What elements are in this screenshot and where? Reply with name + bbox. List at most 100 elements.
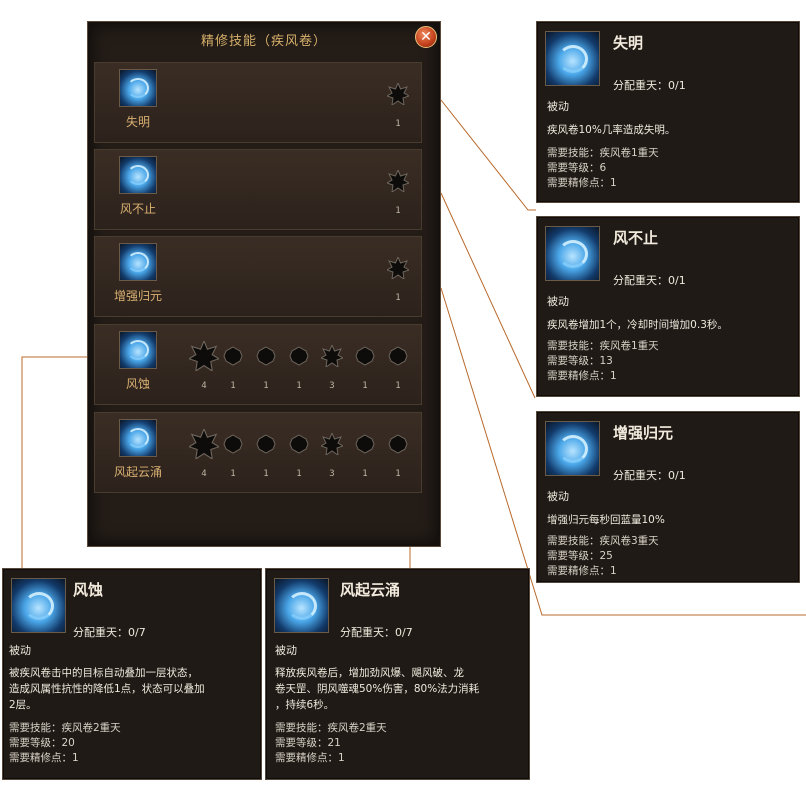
skill-tooltip: 增强归元 分配重天：0/1 被动 增强归元每秒回蓝量10% 需要技能：疾风卷3重…	[536, 411, 800, 583]
tooltip-skill-name: 风起云涌	[340, 581, 401, 599]
skill-tooltip: 风起云涌 分配重天：0/7 被动 释放疾风卷后，增加劲风爆、飓风破、龙 卷天罡、…	[265, 568, 530, 780]
tooltip-description: 释放疾风卷后，增加劲风爆、飓风破、龙 卷天罡、阴风噬魂50%伤害，80%法力消耗…	[275, 665, 479, 713]
close-button[interactable]: ✕	[415, 26, 437, 48]
tooltip-type: 被动	[275, 644, 297, 657]
tooltip-description: 疾风卷10%几率造成失明。	[547, 122, 675, 138]
tooltip-description: 被疾风卷击中的目标自动叠加一层状态， 造成风属性抗性的降低1点，状态可以叠加 2…	[9, 665, 205, 713]
skill-tooltip: 风不止 分配重天：0/1 被动 疾风卷增加1个，冷却时间增加0.3秒。 需要技能…	[536, 216, 800, 397]
req-level: 需要等级：21	[275, 737, 341, 749]
tooltip-desc-line: 2层。	[9, 699, 37, 711]
whirlwind-skill-icon	[119, 419, 157, 457]
skill-node-gem[interactable]	[255, 345, 277, 367]
skill-row-name: 失明	[125, 115, 150, 129]
whirlwind-skill-icon	[545, 421, 600, 476]
skill-node-gem[interactable]	[387, 433, 409, 455]
tooltip-description: 疾风卷增加1个，冷却时间增加0.3秒。	[547, 317, 728, 333]
skill-node-level: 1	[296, 469, 302, 479]
skill-row[interactable]: 失明 1	[94, 62, 422, 143]
req-level: 需要等级：25	[547, 550, 613, 562]
skill-node-level: 1	[395, 381, 401, 391]
skill-row-name: 风蚀	[125, 377, 150, 391]
skill-row-name: 风不止	[119, 202, 156, 216]
skill-node-level: 4	[201, 469, 207, 479]
skill-row[interactable]: 风蚀 4 1 1 1 3 1 1	[94, 324, 422, 405]
tooltip-skill-name: 失明	[613, 34, 644, 52]
skill-node-level: 1	[362, 381, 368, 391]
skill-node-level: 1	[263, 381, 269, 391]
tooltip-desc-line: ，持续6秒。	[275, 699, 335, 711]
tooltip-alloc: 分配重天：0/1	[613, 274, 686, 287]
tooltip-type: 被动	[547, 490, 569, 503]
skill-node-level: 1	[395, 293, 401, 303]
whirlwind-skill-icon	[119, 156, 157, 194]
panel-title: 精修技能（疾风卷）	[200, 34, 327, 49]
whirlwind-skill-icon	[119, 243, 157, 281]
tooltip-type: 被动	[547, 295, 569, 308]
tooltip-requirements: 需要技能：疾风卷1重天 需要等级：6 需要精修点：1	[547, 146, 659, 191]
tooltip-alloc: 分配重天：0/1	[613, 79, 686, 92]
tooltip-requirements: 需要技能：疾风卷1重天 需要等级：13 需要精修点：1	[547, 339, 659, 384]
skill-node-level: 1	[395, 206, 401, 216]
req-points: 需要精修点：1	[9, 752, 79, 764]
req-skill: 需要技能：疾风卷3重天	[547, 535, 659, 547]
tooltip-skill-name: 增强归元	[613, 424, 674, 442]
skill-row-name: 风起云涌	[113, 465, 162, 479]
tooltip-desc-line: 造成风属性抗性的降低1点，状态可以叠加	[9, 683, 205, 695]
skill-node-level: 1	[395, 469, 401, 479]
skill-node-gem[interactable]	[222, 345, 244, 367]
skill-node-star[interactable]	[387, 83, 409, 105]
skill-row[interactable]: 增强归元 1	[94, 236, 422, 317]
skill-node-gem[interactable]	[255, 433, 277, 455]
skill-node-level: 1	[230, 381, 236, 391]
tooltip-type: 被动	[547, 100, 569, 113]
tooltip-type: 被动	[9, 644, 31, 657]
skill-node-level: 1	[395, 119, 401, 129]
req-points: 需要精修点：1	[275, 752, 345, 764]
tooltip-requirements: 需要技能：疾风卷2重天 需要等级：21 需要精修点：1	[275, 721, 387, 766]
tooltip-requirements: 需要技能：疾风卷3重天 需要等级：25 需要精修点：1	[547, 534, 659, 579]
skill-node-level: 1	[296, 381, 302, 391]
skill-tooltip: 失明 分配重天：0/1 被动 疾风卷10%几率造成失明。 需要技能：疾风卷1重天…	[536, 21, 800, 203]
tooltip-requirements: 需要技能：疾风卷2重天 需要等级：20 需要精修点：1	[9, 721, 121, 766]
tooltip-description: 增强归元每秒回蓝量10%	[547, 512, 665, 528]
req-skill: 需要技能：疾风卷1重天	[547, 340, 659, 352]
skill-node-gem[interactable]	[387, 345, 409, 367]
req-level: 需要等级：20	[9, 737, 75, 749]
tooltip-alloc: 分配重天：0/1	[613, 469, 686, 482]
req-skill: 需要技能：疾风卷1重天	[547, 147, 659, 159]
skill-node-gem[interactable]	[288, 345, 310, 367]
skill-node-gem[interactable]	[222, 433, 244, 455]
skill-row[interactable]: 风不止 1	[94, 149, 422, 230]
skill-node-level: 1	[230, 469, 236, 479]
tooltip-skill-name: 风不止	[613, 229, 659, 247]
skill-node-gem[interactable]	[288, 433, 310, 455]
req-points: 需要精修点：1	[547, 565, 617, 577]
skill-row-name: 增强归元	[113, 289, 162, 303]
req-points: 需要精修点：1	[547, 370, 617, 382]
tooltip-desc-line: 疾风卷增加1个，冷却时间增加0.3秒。	[547, 319, 728, 331]
skill-node-gem[interactable]	[354, 345, 376, 367]
tooltip-desc-line: 释放疾风卷后，增加劲风爆、飓风破、龙	[275, 667, 464, 679]
skill-node-star[interactable]	[387, 170, 409, 192]
skill-node-level: 3	[329, 469, 335, 479]
skill-node-star[interactable]	[387, 257, 409, 279]
req-level: 需要等级：13	[547, 355, 613, 367]
req-level: 需要等级：6	[547, 162, 607, 174]
tooltip-desc-line: 卷天罡、阴风噬魂50%伤害，80%法力消耗	[275, 683, 480, 695]
tooltip-alloc: 分配重天：0/7	[73, 626, 146, 639]
skill-row[interactable]: 风起云涌 4 1 1 1 3 1 1	[94, 412, 422, 493]
skill-node-star-large[interactable]	[189, 429, 219, 459]
skill-node-level: 4	[201, 381, 207, 391]
req-skill: 需要技能：疾风卷2重天	[9, 722, 121, 734]
tooltip-skill-name: 风蚀	[73, 581, 104, 599]
skill-node-star[interactable]	[321, 433, 343, 455]
whirlwind-skill-icon	[119, 69, 157, 107]
whirlwind-skill-icon	[274, 578, 329, 633]
skill-node-star-large[interactable]	[189, 341, 219, 371]
skill-node-level: 3	[329, 381, 335, 391]
skill-node-star[interactable]	[321, 345, 343, 367]
tooltip-desc-line: 疾风卷10%几率造成失明。	[547, 124, 676, 136]
skill-node-gem[interactable]	[354, 433, 376, 455]
tooltip-desc-line: 被疾风卷击中的目标自动叠加一层状态，	[9, 667, 198, 679]
refine-skill-panel: 精修技能（疾风卷） ✕ 失明 1 风不止 1 增强归元 1 风蚀 4 1 1 1…	[87, 21, 441, 547]
